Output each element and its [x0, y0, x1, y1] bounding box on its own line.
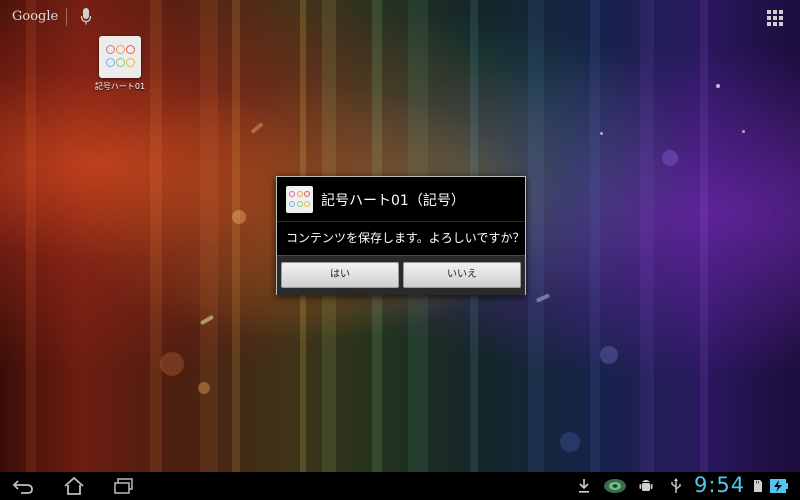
heart-symbols-icon: [286, 186, 313, 213]
dialog-divider: [277, 221, 525, 222]
search-divider: [66, 8, 67, 26]
shortcut-label: 記号ハート01: [94, 82, 146, 91]
dialog-title: 記号ハート01（記号）: [321, 193, 465, 209]
heart-symbols-icon: [99, 36, 141, 78]
home-icon[interactable]: [62, 476, 86, 496]
sd-card-icon[interactable]: [752, 477, 764, 495]
google-search-label[interactable]: Google: [12, 9, 58, 24]
confirm-dialog: 記号ハート01（記号） コンテンツを保存します。よろしいですか？ はい いいえ: [276, 176, 526, 295]
back-icon[interactable]: [12, 476, 36, 496]
recent-apps-icon[interactable]: [112, 476, 136, 496]
usb-icon[interactable]: [668, 477, 684, 495]
apps-grid-icon[interactable]: [767, 10, 783, 26]
android-debug-icon[interactable]: [638, 477, 654, 495]
system-bar: 9:54: [0, 472, 800, 500]
sync-icon[interactable]: [602, 477, 628, 495]
desktop-shortcut[interactable]: 記号ハート01: [94, 36, 146, 92]
yes-button[interactable]: はい: [281, 262, 399, 288]
dialog-button-bar: はい いいえ: [277, 255, 525, 295]
clock[interactable]: 9:54: [694, 473, 745, 497]
dialog-header: 記号ハート01（記号）: [277, 177, 525, 221]
download-icon[interactable]: [576, 477, 592, 495]
dialog-message: コンテンツを保存します。よろしいですか？: [286, 231, 525, 245]
battery-charging-icon[interactable]: [769, 477, 789, 495]
no-button[interactable]: いいえ: [403, 262, 521, 288]
microphone-icon[interactable]: [80, 8, 92, 26]
